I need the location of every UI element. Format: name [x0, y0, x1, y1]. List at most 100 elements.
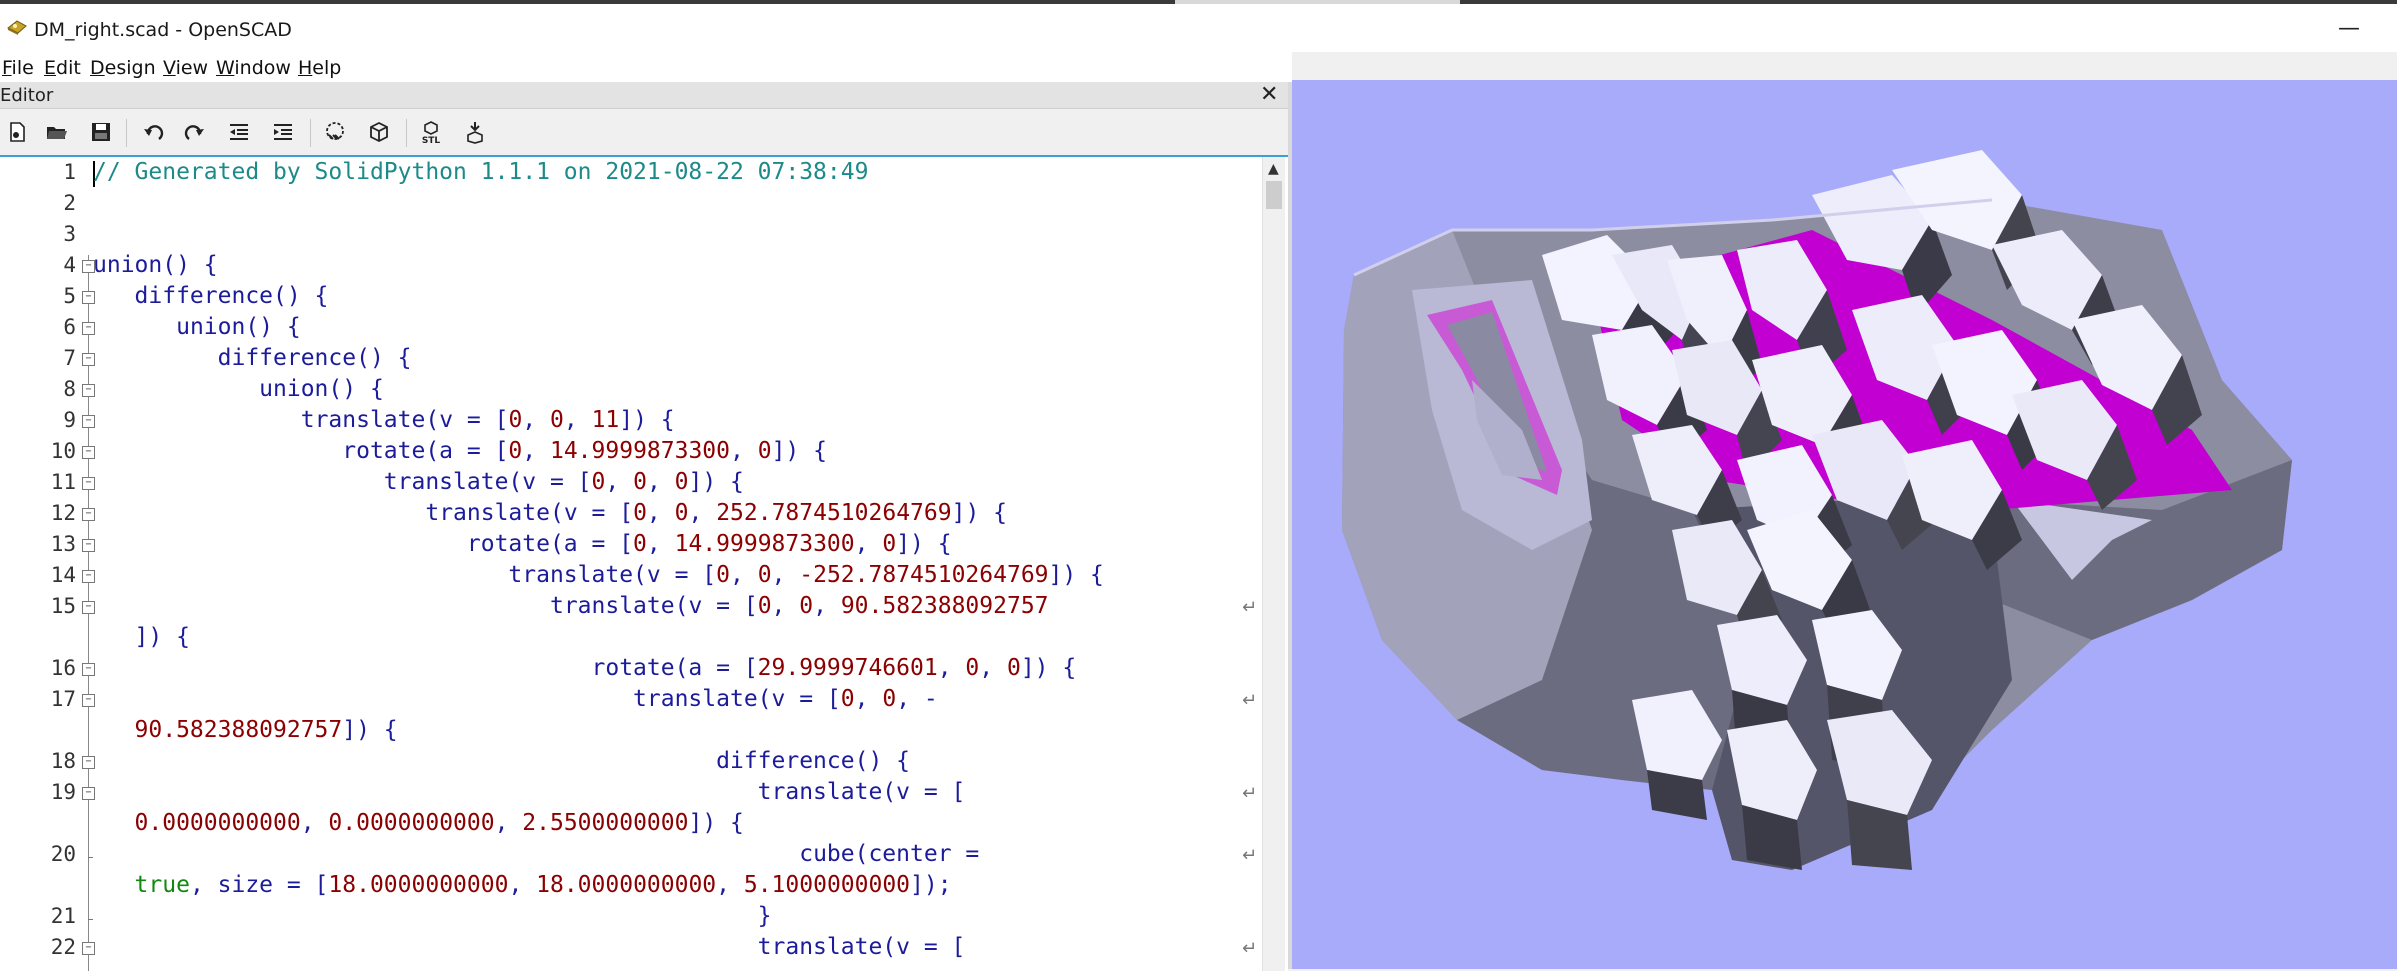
code-line-17-wrap: 90.582388092757]) { [134, 717, 398, 743]
line-number: 13 [50, 532, 76, 556]
code-line-19: translate(v = [ [757, 779, 966, 805]
editor-header: Editor ✕ [0, 82, 1292, 109]
line-number: 22 [50, 935, 76, 959]
indent-icon [274, 124, 292, 140]
code-line-21: } [757, 903, 772, 929]
code-line-6: union() { [176, 314, 301, 340]
line-number: 17 [50, 687, 76, 711]
toolbar-separator [310, 119, 311, 147]
code-line-8: union() { [259, 376, 384, 402]
line-number: 9 [63, 408, 76, 432]
open-file-icon [47, 127, 67, 139]
code-line-7: difference() { [217, 345, 412, 371]
line-number: 18 [50, 749, 76, 773]
scroll-up-arrow-icon[interactable]: ▲ [1268, 161, 1279, 177]
line-number: 2 [63, 191, 76, 215]
code-line-22: translate(v = [ [757, 934, 966, 960]
line-number: 7 [63, 346, 76, 370]
export-stl-icon: STL [422, 121, 441, 144]
wrap-indicator: ↵ [1242, 783, 1258, 804]
menu-design[interactable]: Design [90, 57, 156, 79]
line-number: 21 [50, 904, 76, 928]
save-button[interactable] [86, 117, 116, 147]
menu-file[interactable]: File [2, 57, 34, 79]
wrap-indicator: ↵ [1242, 845, 1258, 866]
code-line-12: translate(v = [0, 0, 252.7874510264769])… [425, 500, 1007, 526]
code-line-13: rotate(a = [0, 14.9999873300, 0]) { [466, 531, 952, 557]
preview-button[interactable] [320, 117, 350, 147]
code-line-15: translate(v = [0, 0, 90.582388092757 [549, 593, 1049, 619]
wrap-indicator: ↵ [1242, 690, 1258, 711]
code-line-15-wrap: ]) { [134, 624, 190, 650]
code-line-10: rotate(a = [0, 14.9999873300, 0]) { [342, 438, 827, 464]
menu-edit[interactable]: Edit [44, 57, 81, 79]
3d-viewport[interactable] [1292, 80, 2397, 969]
render-icon [370, 121, 388, 143]
code-line-1: // Generated by SolidPython 1.1.1 on 202… [93, 159, 869, 185]
window-title: DM_right.scad - OpenSCAD [34, 19, 292, 41]
line-number: 4 [63, 253, 76, 277]
editor-close-button[interactable]: ✕ [1260, 82, 1278, 107]
wrap-indicator: ↵ [1242, 938, 1258, 959]
unindent-button[interactable] [224, 117, 254, 147]
save-icon [92, 123, 110, 141]
line-number: 3 [63, 222, 76, 246]
wrap-indicator: ↵ [1242, 597, 1258, 618]
unindent-icon [230, 124, 248, 140]
menu-help[interactable]: Help [298, 57, 341, 79]
preview-icon [326, 122, 344, 140]
title-bar: DM_right.scad - OpenSCAD — [0, 4, 2397, 52]
send-to-3d-print-icon [467, 122, 483, 144]
code-line-20: cube(center = [799, 841, 980, 867]
scrollbar-thumb[interactable] [1266, 181, 1282, 209]
line-number: 15 [50, 594, 76, 618]
line-number: 20 [50, 842, 76, 866]
toolbar-separator [126, 119, 127, 147]
send-to-print-button[interactable] [460, 117, 490, 147]
openscad-app-icon [7, 20, 27, 35]
editor-toolbar: STL [0, 109, 1292, 155]
code-line-14: translate(v = [0, 0, -252.7874510264769]… [508, 562, 1104, 588]
code-line-9: translate(v = [0, 0, 11]) { [300, 407, 675, 433]
undo-button[interactable] [138, 117, 168, 147]
line-number: 11 [50, 470, 76, 494]
indent-button[interactable] [268, 117, 298, 147]
code-line-19-wrap: 0.0000000000, 0.0000000000, 2.5500000000… [134, 810, 744, 836]
editor-title: Editor [0, 85, 54, 106]
line-number: 6 [63, 315, 76, 339]
new-file-icon [10, 122, 25, 142]
line-number: 14 [50, 563, 76, 587]
render-button[interactable] [364, 117, 394, 147]
stl-label: STL [422, 136, 441, 144]
undo-icon [144, 125, 164, 140]
line-number: 5 [63, 284, 76, 308]
line-number-gutter: 1 2 3 4 5 6 7 8 9 10 11 12 13 14 15 16 1… [0, 157, 95, 971]
line-number: 16 [50, 656, 76, 680]
code-line-4: union() { [93, 252, 218, 278]
redo-button[interactable] [180, 117, 210, 147]
line-number: 12 [50, 501, 76, 525]
new-file-button[interactable] [2, 117, 32, 147]
keyboard-model-render [1342, 150, 2292, 870]
code-line-16: rotate(a = [29.9999746601, 0, 0]) { [591, 655, 1077, 681]
menu-bar: File Edit Design View Window Help [0, 52, 1292, 82]
code-editor[interactable]: 1 2 3 4 5 6 7 8 9 10 11 12 13 14 15 16 1… [0, 155, 1288, 971]
minimize-button[interactable]: — [2338, 16, 2360, 41]
redo-icon [184, 125, 204, 140]
export-stl-button[interactable]: STL [416, 117, 446, 147]
menu-view[interactable]: View [163, 57, 208, 79]
code-line-20-wrap: true, size = [18.0000000000, 18.00000000… [134, 872, 952, 898]
code-line-11: translate(v = [0, 0, 0]) { [383, 469, 744, 495]
code-line-18: difference() { [716, 748, 910, 774]
code-line-5: difference() { [134, 283, 329, 309]
toolbar-separator [406, 119, 407, 147]
open-file-button[interactable] [42, 117, 72, 147]
code-line-17: translate(v = [0, 0, - [633, 686, 938, 712]
line-number: 10 [50, 439, 76, 463]
line-number: 8 [63, 377, 76, 401]
line-number: 1 [63, 160, 76, 184]
editor-panel: Editor ✕ STL 1 2 3 4 5 6 7 8 9 10 11 12 … [0, 82, 1292, 971]
menu-window[interactable]: Window [216, 57, 291, 79]
editor-vertical-scrollbar[interactable]: ▲ [1262, 157, 1285, 971]
line-number: 19 [50, 780, 76, 804]
